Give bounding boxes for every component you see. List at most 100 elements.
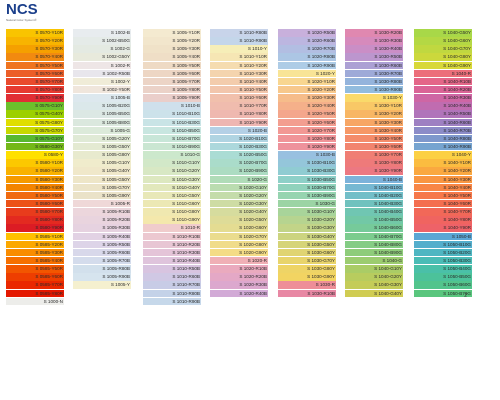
color-swatch: S 0570-Y20R bbox=[6, 37, 64, 45]
color-swatch: S 1030-B30G bbox=[278, 167, 336, 175]
color-swatch: S 1005-B bbox=[73, 94, 131, 102]
color-swatch: S 1005-Y90R bbox=[143, 94, 201, 102]
color-swatch: S 1010-Y50R bbox=[210, 85, 268, 94]
color-swatch: S 1040-G60Y bbox=[414, 37, 472, 45]
color-swatch: S 1030-Y20R bbox=[345, 110, 403, 118]
color-swatch: S 1040-R40B bbox=[414, 102, 472, 110]
color-swatch: S 1010-Y30R bbox=[210, 69, 268, 78]
color-swatch: S 1030-Y bbox=[345, 94, 403, 102]
color-swatch: S 1030-B10G bbox=[278, 159, 336, 167]
color-swatch: S 1030-G70Y bbox=[278, 256, 336, 265]
color-swatch: S 1005-Y30R bbox=[143, 45, 201, 53]
color-swatch: S 1030-R50B bbox=[345, 53, 403, 61]
color-swatch: S 1030-G bbox=[278, 199, 336, 208]
color-swatch: S 0585-Y30R bbox=[6, 248, 64, 257]
color-swatch: S 1010-R80B bbox=[210, 29, 268, 37]
color-swatch: S 1040-B60G bbox=[345, 224, 403, 232]
color-swatch: S 1050-B30G bbox=[414, 256, 472, 265]
ncs-logo: NCS Natural Color System® bbox=[6, 2, 42, 26]
color-swatch: S 1005-Y80R bbox=[143, 85, 201, 94]
color-swatch: S 1020-Y70R bbox=[278, 126, 336, 135]
color-swatch: S 1010-R bbox=[143, 224, 201, 232]
color-swatch: S 1020-G60Y bbox=[210, 224, 268, 232]
color-swatch: S 0570-Y90R bbox=[6, 94, 64, 102]
color-swatch: S 1020-Y10R bbox=[278, 77, 336, 86]
color-swatch: S 0585-Y60R bbox=[6, 273, 64, 281]
color-swatch: S 1005-R70B bbox=[73, 256, 131, 265]
color-swatch: S 1020-Y90R bbox=[278, 142, 336, 151]
color-swatch: S 1002-R bbox=[73, 61, 131, 70]
color-swatch: S 1020-G50Y bbox=[210, 216, 268, 224]
color-swatch: S 1010-R10B bbox=[143, 232, 201, 241]
logo-text: NCS bbox=[6, 1, 38, 18]
color-swatch: S 1030-R70B bbox=[345, 69, 403, 78]
color-swatch: S 1040-Y80R bbox=[414, 216, 472, 224]
color-swatch: S 1030-R80B bbox=[345, 77, 403, 86]
color-swatch: S 1040-R70B bbox=[414, 126, 472, 135]
color-swatch: S 1030-R10B bbox=[278, 289, 336, 297]
color-swatch: S 1002-G50Y bbox=[73, 53, 131, 61]
color-swatch: S 0575-G10Y bbox=[6, 102, 64, 110]
color-swatch: S 1020-R50B bbox=[278, 29, 336, 37]
color-swatch: S 1010-G10Y bbox=[143, 159, 201, 167]
color-swatch: S 1020-B30G bbox=[210, 142, 268, 151]
color-swatch: S 1040-Y20R bbox=[414, 167, 472, 175]
color-swatch: S 1040-R60B bbox=[414, 118, 472, 127]
color-swatch: S 1002-Y50R bbox=[73, 85, 131, 94]
color-swatch: S 1020-G80Y bbox=[210, 240, 268, 249]
color-swatch: S 1040-R50B bbox=[414, 110, 472, 118]
color-swatch: S 0585-Y40R bbox=[6, 256, 64, 265]
color-swatch: S 1040-B30G bbox=[345, 199, 403, 208]
color-swatch: S 1010-B10G bbox=[143, 110, 201, 118]
color-swatch: S 1030-R40B bbox=[345, 45, 403, 53]
color-swatch: S 0585-Y70R bbox=[6, 281, 64, 289]
color-swatch: S 1005-Y bbox=[73, 281, 131, 289]
color-swatch: S 1030-Y40R bbox=[345, 126, 403, 135]
color-swatch: S 1040-B bbox=[345, 175, 403, 184]
color-swatch: S 0575-G10Y bbox=[6, 134, 64, 143]
color-swatch: S 1040-G bbox=[345, 256, 403, 265]
color-swatch: S 1005-R80B bbox=[73, 265, 131, 273]
color-swatch: S 1005-R50B bbox=[73, 240, 131, 249]
color-swatch: S 1050-B50G bbox=[414, 273, 472, 281]
color-swatch: S 1030-Y50R bbox=[345, 134, 403, 143]
color-swatch: S 1040-R20B bbox=[414, 85, 472, 94]
color-swatch: S 1010-Y90R bbox=[210, 118, 268, 127]
color-swatch: S 1030-G80Y bbox=[278, 265, 336, 273]
color-swatch: S 1030-G60Y bbox=[278, 248, 336, 257]
swatch-column-5: S 1020-R50B S 1020-R60B S 1020-R70B S 1020-… bbox=[278, 29, 336, 298]
color-swatch: S 1005-R90B bbox=[73, 273, 131, 281]
color-swatch: S 1020-Y20R bbox=[278, 85, 336, 94]
color-swatch: S 1010-R50B bbox=[143, 265, 201, 273]
color-swatch: S 0585-Y10R bbox=[6, 232, 64, 241]
color-swatch: S 0570-Y60R bbox=[6, 69, 64, 78]
color-swatch: S 1030-G20Y bbox=[278, 216, 336, 224]
color-swatch: S 1020-R30B bbox=[210, 281, 268, 289]
color-swatch: S 0580-Y80R bbox=[6, 216, 64, 224]
color-swatch: S 1010-G bbox=[143, 151, 201, 159]
color-swatch: S 1030-R bbox=[278, 281, 336, 289]
color-swatch: S 1020-R10B bbox=[210, 265, 268, 273]
logo-tagline: Natural Color System® bbox=[6, 18, 37, 22]
color-swatch: S 1030-Y70R bbox=[345, 151, 403, 159]
color-swatch: S 1010-Y20R bbox=[210, 61, 268, 70]
color-swatch: S 1040-B90G bbox=[345, 248, 403, 257]
color-swatch: S 1010-R30B bbox=[143, 248, 201, 257]
color-swatch: S 1005-B50G bbox=[73, 110, 131, 118]
color-swatch: S 1040-B50G bbox=[345, 216, 403, 224]
color-swatch: S 1030-Y60R bbox=[345, 142, 403, 151]
color-swatch: S 1040-G30Y bbox=[345, 281, 403, 289]
color-swatch: S 1020-R70B bbox=[278, 45, 336, 53]
color-swatch: S 1010-R60B bbox=[143, 273, 201, 281]
color-swatch: S 1030-B90G bbox=[278, 191, 336, 200]
color-swatch: S 1020-G bbox=[210, 175, 268, 184]
color-swatch: S 0585-Y50R bbox=[6, 265, 64, 273]
color-swatch: S 1005-Y70R bbox=[143, 77, 201, 86]
color-swatch: S 1040-B10G bbox=[345, 183, 403, 192]
color-swatch: S 1005-R40B bbox=[73, 232, 131, 241]
color-swatch: S 1050-B60G bbox=[414, 281, 472, 289]
color-swatch: S 1030-Y30R bbox=[345, 118, 403, 127]
color-swatch: S 0575-G40Y bbox=[6, 110, 64, 118]
color-swatch: S 0580-Y30R bbox=[6, 175, 64, 184]
swatch-column-4: S 1010-R80B S 1010-R90B S 1010-Y S 1010-Y10… bbox=[210, 29, 268, 298]
